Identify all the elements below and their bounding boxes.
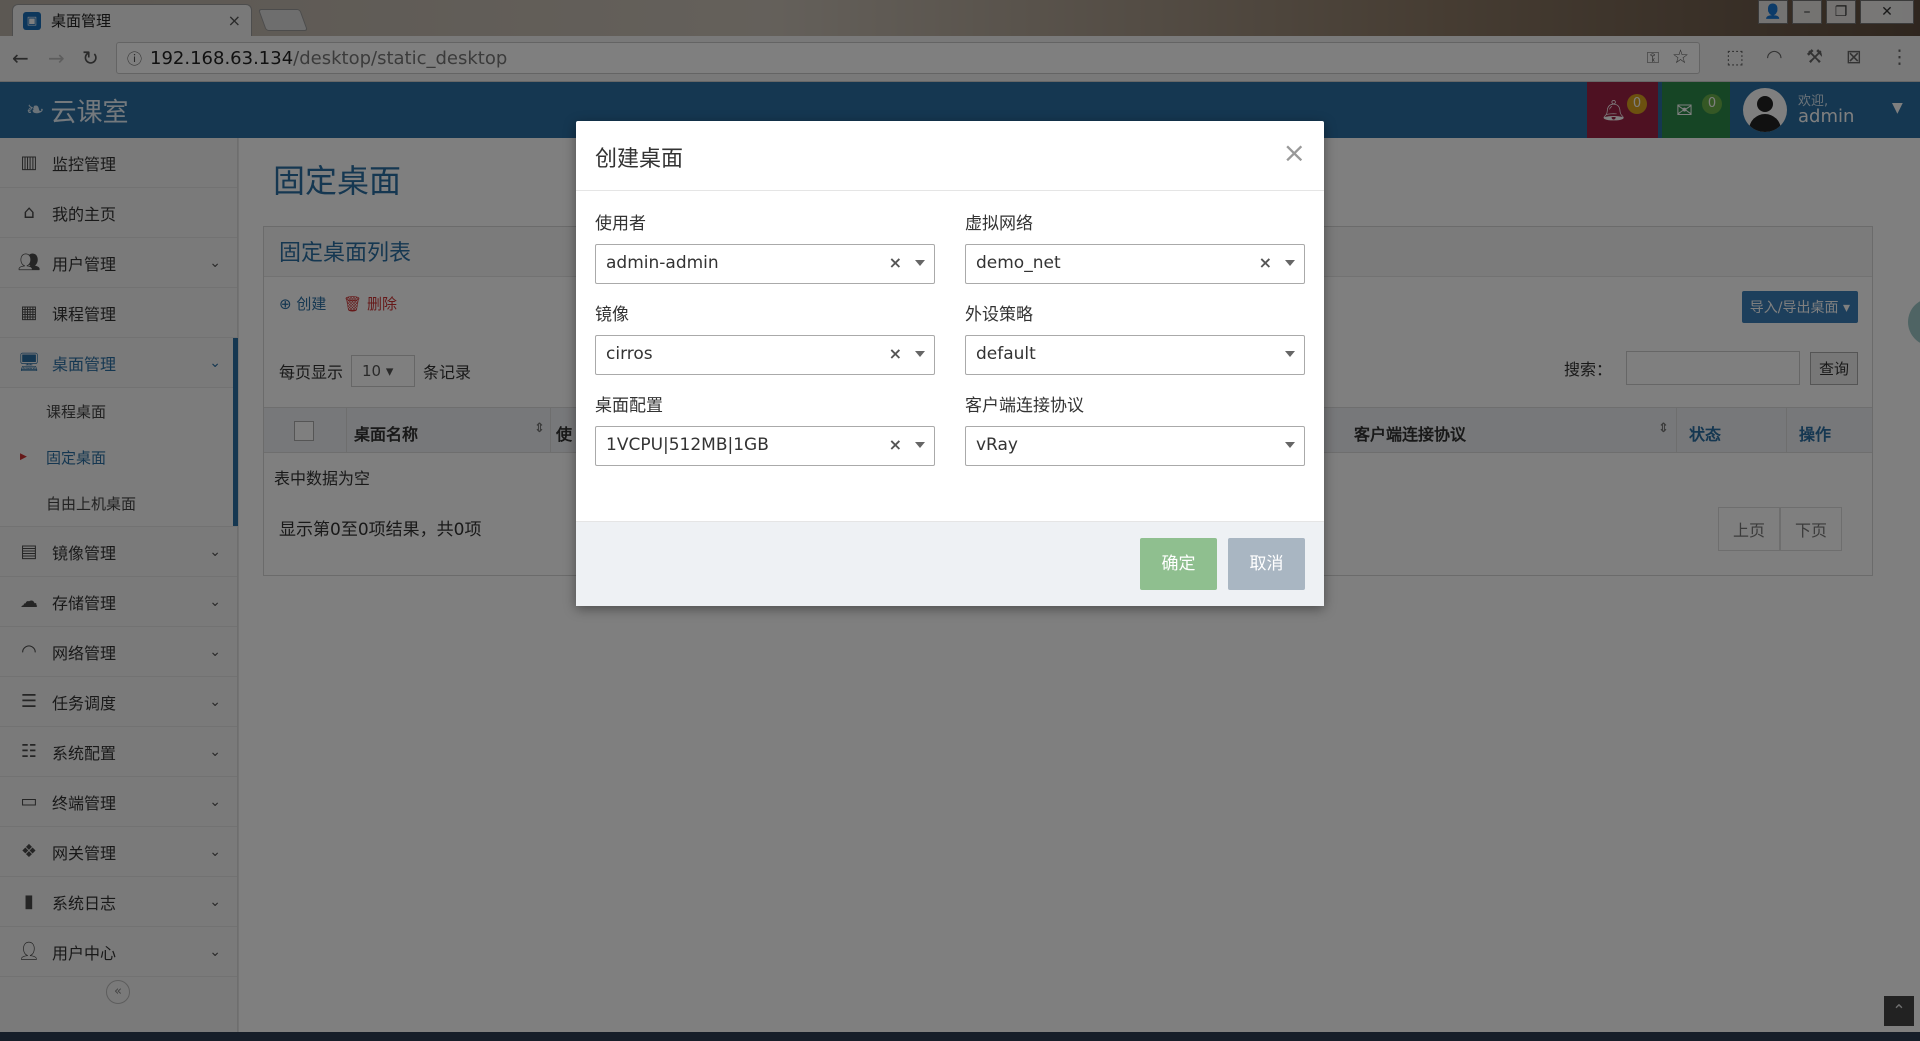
peripheral-label: 外设策略 <box>965 305 1033 325</box>
clear-icon[interactable]: × <box>889 435 902 454</box>
protocol-field: 客户端连接协议 vRay <box>965 391 1305 466</box>
config-value: 1VCPU|512MB|1GB <box>606 435 769 455</box>
image-label: 镜像 <box>595 305 629 325</box>
config-field: 桌面配置 1VCPU|512MB|1GB × <box>595 391 935 466</box>
network-label: 虚拟网络 <box>965 214 1033 234</box>
protocol-label: 客户端连接协议 <box>965 396 1084 416</box>
clear-icon[interactable]: × <box>889 344 902 363</box>
modal-title: 创建桌面 <box>595 147 684 172</box>
modal-footer: 确定 取消 <box>576 521 1324 606</box>
user-value: admin-admin <box>606 253 719 273</box>
protocol-select[interactable]: vRay <box>965 426 1305 466</box>
modal-header: 创建桌面 × <box>576 121 1324 191</box>
config-select[interactable]: 1VCPU|512MB|1GB × <box>595 426 935 466</box>
caret-down-icon <box>915 351 925 357</box>
confirm-button[interactable]: 确定 <box>1140 538 1217 590</box>
user-field: 使用者 admin-admin × <box>595 209 935 284</box>
config-label: 桌面配置 <box>595 396 663 416</box>
caret-down-icon <box>1285 351 1295 357</box>
user-select[interactable]: admin-admin × <box>595 244 935 284</box>
caret-down-icon <box>915 260 925 266</box>
clear-icon[interactable]: × <box>889 253 902 272</box>
image-select[interactable]: cirros × <box>595 335 935 375</box>
close-icon[interactable]: × <box>1283 139 1306 167</box>
protocol-value: vRay <box>976 435 1018 455</box>
peripheral-field: 外设策略 default <box>965 300 1305 375</box>
network-select[interactable]: demo_net × <box>965 244 1305 284</box>
image-value: cirros <box>606 344 653 364</box>
caret-down-icon <box>1285 260 1295 266</box>
caret-down-icon <box>915 442 925 448</box>
peripheral-value: default <box>976 344 1036 364</box>
network-field: 虚拟网络 demo_net × <box>965 209 1305 284</box>
cancel-button[interactable]: 取消 <box>1228 538 1305 590</box>
clear-icon[interactable]: × <box>1259 253 1272 272</box>
network-value: demo_net <box>976 253 1061 273</box>
create-desktop-dialog: 创建桌面 × 使用者 admin-admin × 虚拟网络 demo_net ×… <box>576 121 1324 606</box>
peripheral-select[interactable]: default <box>965 335 1305 375</box>
user-label: 使用者 <box>595 214 646 234</box>
image-field: 镜像 cirros × <box>595 300 935 375</box>
caret-down-icon <box>1285 442 1295 448</box>
